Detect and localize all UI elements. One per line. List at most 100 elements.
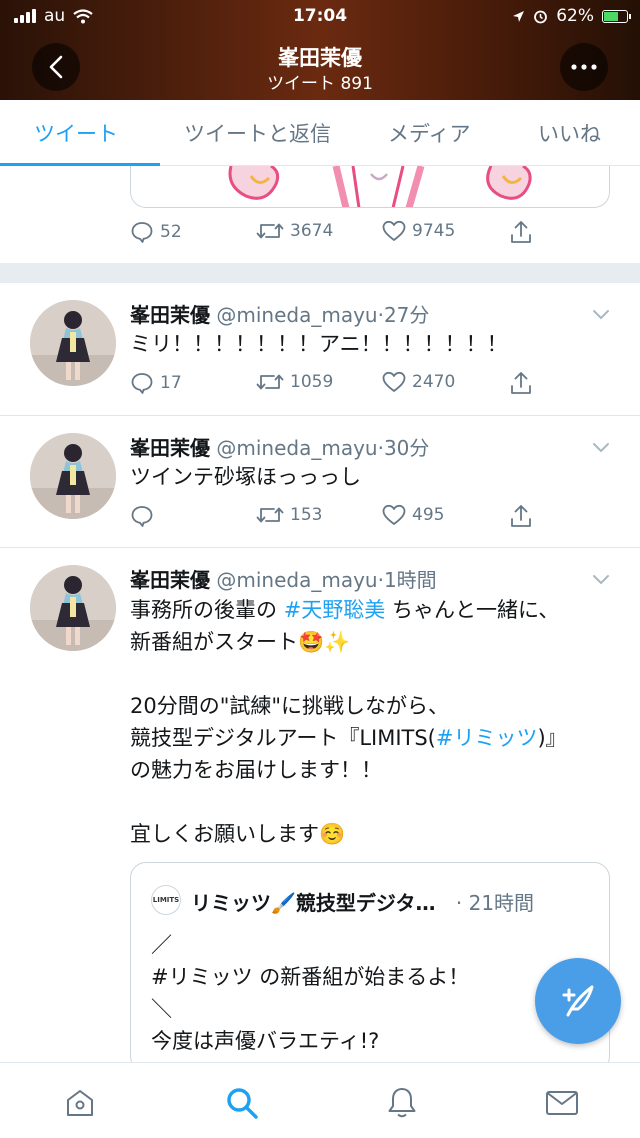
retweet-count: 3674 <box>290 221 334 241</box>
mail-icon <box>546 1091 578 1115</box>
like-button[interactable]: 2470 <box>382 371 455 393</box>
compose-tweet-button[interactable] <box>535 958 621 1044</box>
tweet-menu-button[interactable] <box>592 570 610 589</box>
page-title: 峯田茉優 <box>278 46 362 70</box>
quoted-avatar[interactable]: LIMITS <box>151 885 181 915</box>
avatar[interactable] <box>30 565 116 651</box>
tweet[interactable]: 峯田茉優 @mineda_mayu·27分 ミリ！！！！！！！アニ！！！！！！！… <box>0 283 640 416</box>
quoted-timestamp: · 21時間 <box>455 891 535 915</box>
share-button[interactable] <box>510 220 532 244</box>
retweet-button[interactable]: 153 <box>256 504 322 526</box>
chevron-down-icon <box>593 575 609 585</box>
like-icon <box>382 504 406 525</box>
tweet-actions: 153 495 <box>130 504 550 534</box>
quoted-text: ／ #リミッツ の新番組が始まるよ！ ＼ 今度は声優バラエティ!? <box>151 933 470 1053</box>
like-count: 9745 <box>412 221 456 241</box>
retweet-count: 153 <box>290 505 323 525</box>
retweet-button[interactable]: 3674 <box>256 220 333 242</box>
battery-percent: 62% <box>556 6 594 26</box>
tweet-author-handle[interactable]: @mineda_mayu <box>216 436 377 460</box>
tweet-author-handle[interactable]: @mineda_mayu <box>216 303 377 327</box>
share-button[interactable] <box>510 504 532 528</box>
reply-count: 52 <box>160 222 182 242</box>
quoted-tweet[interactable]: LIMITS リミッツ🖌️競技型デジタ… · 21時間 ／ #リミッツ の新番組… <box>130 862 610 1072</box>
tweet[interactable]: 峯田茉優 @mineda_mayu·30分 ツインテ砂塚ほっっっし 153 49… <box>0 416 640 548</box>
reply-icon <box>131 222 153 243</box>
tweet-text: ツインテ砂塚ほっっっし <box>130 465 361 489</box>
compose-feather-icon <box>562 985 594 1017</box>
like-button[interactable]: 495 <box>382 504 444 526</box>
tweet-actions: 52 3674 9745 <box>130 220 550 250</box>
chevron-down-icon <box>593 310 609 320</box>
nav-home[interactable] <box>60 1083 100 1123</box>
tweet-text: ミリ！！！！！！！アニ！！！！！！！ <box>130 332 508 356</box>
tweet-text: 事務所の後輩の #天野聡美 ちゃんと一緒に、 新番組がスタート🤩✨ 20分間の"… <box>130 594 567 850</box>
alarm-icon <box>534 10 548 23</box>
reply-button[interactable] <box>130 504 154 528</box>
profile-header: au 17:04 62% 峯田茉優 ツイート 891 <box>0 0 640 100</box>
hashtag-link[interactable]: #リミッツ <box>436 726 538 750</box>
avatar[interactable] <box>30 300 116 386</box>
reply-icon <box>131 373 153 394</box>
share-icon <box>511 505 531 527</box>
tweet-menu-button[interactable] <box>592 438 610 457</box>
tab-tweets[interactable]: ツイート <box>34 118 118 148</box>
tweet-author-handle[interactable]: @mineda_mayu <box>216 568 377 592</box>
tweet-menu-button[interactable] <box>592 305 610 324</box>
retweet-icon <box>256 374 284 390</box>
retweet-icon <box>256 223 284 239</box>
tweet-count: ツイート 891 <box>267 74 373 94</box>
tab-likes[interactable]: いいね <box>538 118 601 148</box>
more-icon <box>571 64 597 70</box>
nav-notifications[interactable] <box>382 1083 422 1123</box>
reply-icon <box>131 506 153 527</box>
tweet-timestamp[interactable]: 30分 <box>384 436 429 460</box>
profile-tabs: ツイート ツイートと返信 メディア いいね <box>0 100 640 166</box>
tweet-timestamp[interactable]: 1時間 <box>384 568 437 592</box>
more-button[interactable] <box>560 43 608 91</box>
like-count: 495 <box>412 505 445 525</box>
tweet-text-line: 新番組がスタート🤩✨ <box>130 630 351 654</box>
reply-count: 17 <box>160 373 182 393</box>
tweet-author-name[interactable]: 峯田茉優 <box>130 303 210 327</box>
retweet-icon <box>256 507 284 523</box>
chevron-down-icon <box>593 443 609 453</box>
tab-tweets-and-replies[interactable]: ツイートと返信 <box>184 118 331 148</box>
like-count: 2470 <box>412 372 456 392</box>
tweet-text-line: の魅力をお届けします！！ <box>130 758 382 782</box>
tweet-text-line: 20分間の"試練"に挑戦しながら、 <box>130 694 450 718</box>
location-icon <box>513 10 525 22</box>
tweet-author-name[interactable]: 峯田茉優 <box>130 568 210 592</box>
hashtag-link[interactable]: #天野聡美 <box>284 598 386 622</box>
reply-button[interactable]: 52 <box>130 220 182 244</box>
tweet-media-image[interactable] <box>130 166 610 208</box>
share-icon <box>511 221 531 243</box>
battery-icon <box>602 9 631 23</box>
like-button[interactable]: 9745 <box>382 220 455 242</box>
avatar[interactable] <box>30 433 116 519</box>
illustration-image <box>228 166 532 207</box>
tweet-text-line: 宜しくお願いします☺️ <box>130 822 346 846</box>
tweet-text-line: 事務所の後輩の #天野聡美 ちゃんと一緒に、 <box>130 598 560 622</box>
section-divider <box>0 263 640 283</box>
search-icon <box>227 1088 258 1119</box>
tweet-timestamp[interactable]: 27分 <box>384 303 429 327</box>
like-icon <box>382 220 406 241</box>
home-icon <box>67 1090 93 1116</box>
share-button[interactable] <box>510 371 532 395</box>
tweet-author-name[interactable]: 峯田茉優 <box>130 436 210 460</box>
nav-search[interactable] <box>222 1083 262 1123</box>
bottom-navigation <box>0 1062 640 1138</box>
quoted-author-name: リミッツ🖌️競技型デジタ… <box>191 891 436 915</box>
nav-messages[interactable] <box>542 1083 582 1123</box>
tweet-actions: 17 1059 2470 <box>130 371 550 401</box>
reply-button[interactable]: 17 <box>130 371 182 395</box>
retweet-count: 1059 <box>290 372 334 392</box>
status-bar: au 17:04 62% <box>0 0 640 34</box>
tweet-text-line: 競技型デジタルアート『LIMITS(#リミッツ)』 <box>130 726 567 750</box>
bell-icon <box>388 1088 416 1118</box>
retweet-button[interactable]: 1059 <box>256 371 333 393</box>
tab-media[interactable]: メディア <box>388 118 471 148</box>
share-icon <box>511 372 531 394</box>
like-icon <box>382 371 406 392</box>
